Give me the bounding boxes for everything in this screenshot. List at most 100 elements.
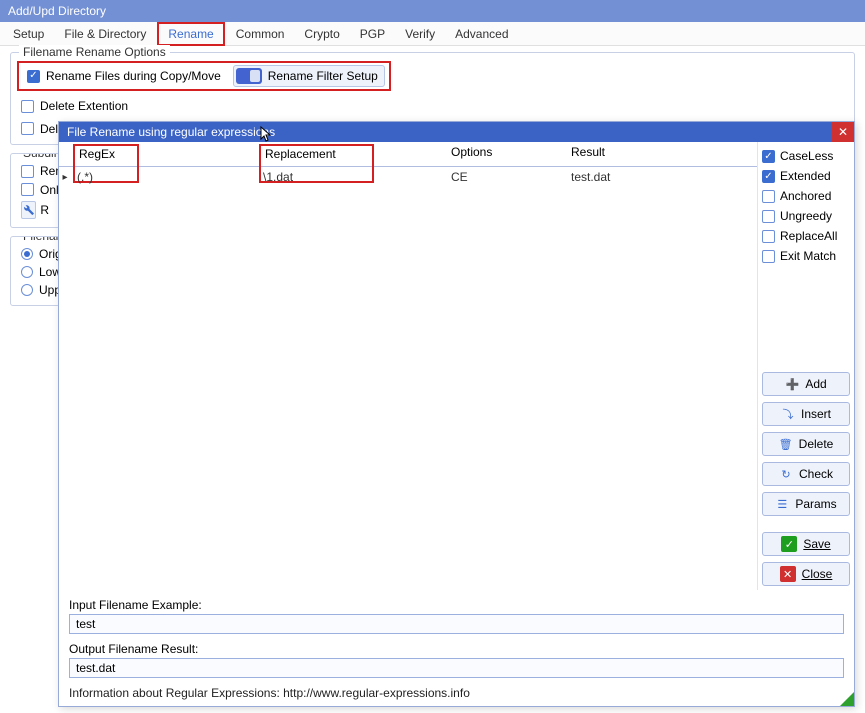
wrench-icon-button[interactable] (21, 201, 36, 219)
label: Exit Match (780, 249, 836, 263)
output-result-label: Output Filename Result: (69, 642, 844, 656)
input-example-label: Input Filename Example: (69, 598, 844, 612)
checkbox-label: Rename Files during Copy/Move (46, 69, 221, 83)
radio-icon (21, 284, 33, 296)
checkbox-icon (762, 230, 775, 243)
label: ReplaceAll (780, 229, 837, 243)
delete-icon: 🗑 (779, 437, 793, 451)
label: Check (799, 467, 833, 481)
filename-case-group-partial: Filename Origi Lowe Uppe (10, 236, 60, 306)
rename-during-copy-checkbox[interactable]: Rename Files during Copy/Move (27, 69, 221, 83)
checkbox-icon (21, 183, 34, 196)
params-icon: ☰ (775, 497, 789, 511)
group-title: Subdire (19, 153, 60, 160)
modal-close-button[interactable]: ✕ (832, 122, 854, 142)
close-button[interactable]: ✕Close (762, 562, 850, 586)
input-example-field[interactable] (69, 614, 844, 634)
regex-grid[interactable]: RegEx Replacement Options Result ▸ (.*) … (59, 142, 758, 590)
extended-checkbox[interactable]: Extended (762, 169, 850, 183)
radio-icon (21, 266, 33, 278)
resize-grip-icon[interactable] (840, 692, 854, 706)
label: Insert (801, 407, 831, 421)
grid-header: RegEx Replacement Options Result (59, 142, 757, 167)
label: Anchored (780, 189, 831, 203)
checkbox-icon (762, 210, 775, 223)
only-checkbox[interactable]: Only (21, 183, 60, 197)
original-radio[interactable]: Origi (21, 247, 60, 261)
checkbox-icon (27, 70, 40, 83)
checkbox-icon (762, 190, 775, 203)
delete-extension-checkbox[interactable]: Delete Extention (21, 99, 128, 113)
menu-file-directory[interactable]: File & Directory (55, 24, 155, 44)
label: Ungreedy (780, 209, 832, 223)
label: Origi (39, 247, 60, 261)
label: Add (805, 377, 826, 391)
params-button[interactable]: ☰Params (762, 492, 850, 516)
current-row-indicator-icon: ▸ (59, 167, 71, 187)
cell-regex[interactable]: (.*) (71, 167, 257, 187)
label: Extended (780, 169, 831, 183)
exitmatch-checkbox[interactable]: Exit Match (762, 249, 850, 263)
rename-filter-setup-button[interactable]: Rename Filter Setup (233, 65, 385, 87)
label: CaseLess (780, 149, 833, 163)
menu-verify[interactable]: Verify (396, 24, 444, 44)
cell-result: test.dat (565, 167, 757, 187)
lower-radio[interactable]: Lowe (21, 265, 60, 279)
group-title: Filename Rename Options (19, 45, 170, 59)
menu-pgp[interactable]: PGP (351, 24, 394, 44)
upper-radio[interactable]: Uppe (21, 283, 60, 297)
menubar: Setup File & Directory Rename Common Cry… (0, 22, 865, 46)
checkbox-icon (21, 100, 34, 113)
info-line: Information about Regular Expressions: h… (69, 686, 844, 700)
label: Only (40, 183, 60, 197)
label: Lowe (39, 265, 60, 279)
delete-button[interactable]: 🗑 Delete (762, 432, 850, 456)
checkbox-icon (21, 122, 34, 135)
modal-titlebar[interactable]: File Rename using regular expressions ✕ (59, 122, 854, 142)
checkbox-icon (762, 150, 775, 163)
check-button[interactable]: ↻ Check (762, 462, 850, 486)
add-button[interactable]: ➕ Add (762, 372, 850, 396)
menu-rename[interactable]: Rename (157, 22, 224, 46)
r-label: R (40, 203, 49, 217)
x-icon: ✕ (780, 566, 796, 582)
ungreedy-checkbox[interactable]: Ungreedy (762, 209, 850, 223)
col-result: Result (565, 142, 757, 166)
radio-icon (21, 248, 33, 260)
col-options: Options (445, 142, 565, 166)
check-icon: ✓ (781, 536, 797, 552)
cell-replacement[interactable]: \1.dat (257, 167, 445, 187)
main-title: Add/Upd Directory (8, 4, 106, 18)
anchored-checkbox[interactable]: Anchored (762, 189, 850, 203)
menu-common[interactable]: Common (227, 24, 294, 44)
toggle-label: Rename Filter Setup (268, 69, 378, 83)
replaceall-checkbox[interactable]: ReplaceAll (762, 229, 850, 243)
checkbox-icon (762, 170, 775, 183)
toggle-icon (236, 68, 262, 84)
rena-checkbox[interactable]: Rena (21, 164, 60, 178)
col-replacement: Replacement (265, 147, 336, 161)
insert-icon: ⤵ (781, 407, 795, 421)
menu-setup[interactable]: Setup (4, 24, 53, 44)
modal-title: File Rename using regular expressions (67, 125, 275, 139)
plus-icon: ➕ (785, 377, 799, 391)
rename-regex-modal: File Rename using regular expressions ✕ … (58, 121, 855, 707)
side-panel: CaseLess Extended Anchored Ungreedy Repl… (758, 142, 854, 590)
label: Rena (40, 164, 60, 178)
output-result-field[interactable] (69, 658, 844, 678)
save-button[interactable]: ✓Save (762, 532, 850, 556)
checkbox-label: Delete Extention (40, 99, 128, 113)
row-indicator-header (59, 142, 71, 166)
insert-button[interactable]: ⤵ Insert (762, 402, 850, 426)
main-titlebar: Add/Upd Directory (0, 0, 865, 22)
label: Uppe (39, 283, 60, 297)
checkbox-icon (21, 165, 34, 178)
menu-crypto[interactable]: Crypto (295, 24, 348, 44)
grid-row[interactable]: ▸ (.*) \1.dat CE test.dat (59, 167, 757, 187)
refresh-icon: ↻ (779, 467, 793, 481)
menu-advanced[interactable]: Advanced (446, 24, 517, 44)
label: Delete (799, 437, 834, 451)
group-title: Filename (19, 236, 60, 243)
cell-options[interactable]: CE (445, 167, 565, 187)
caseless-checkbox[interactable]: CaseLess (762, 149, 850, 163)
